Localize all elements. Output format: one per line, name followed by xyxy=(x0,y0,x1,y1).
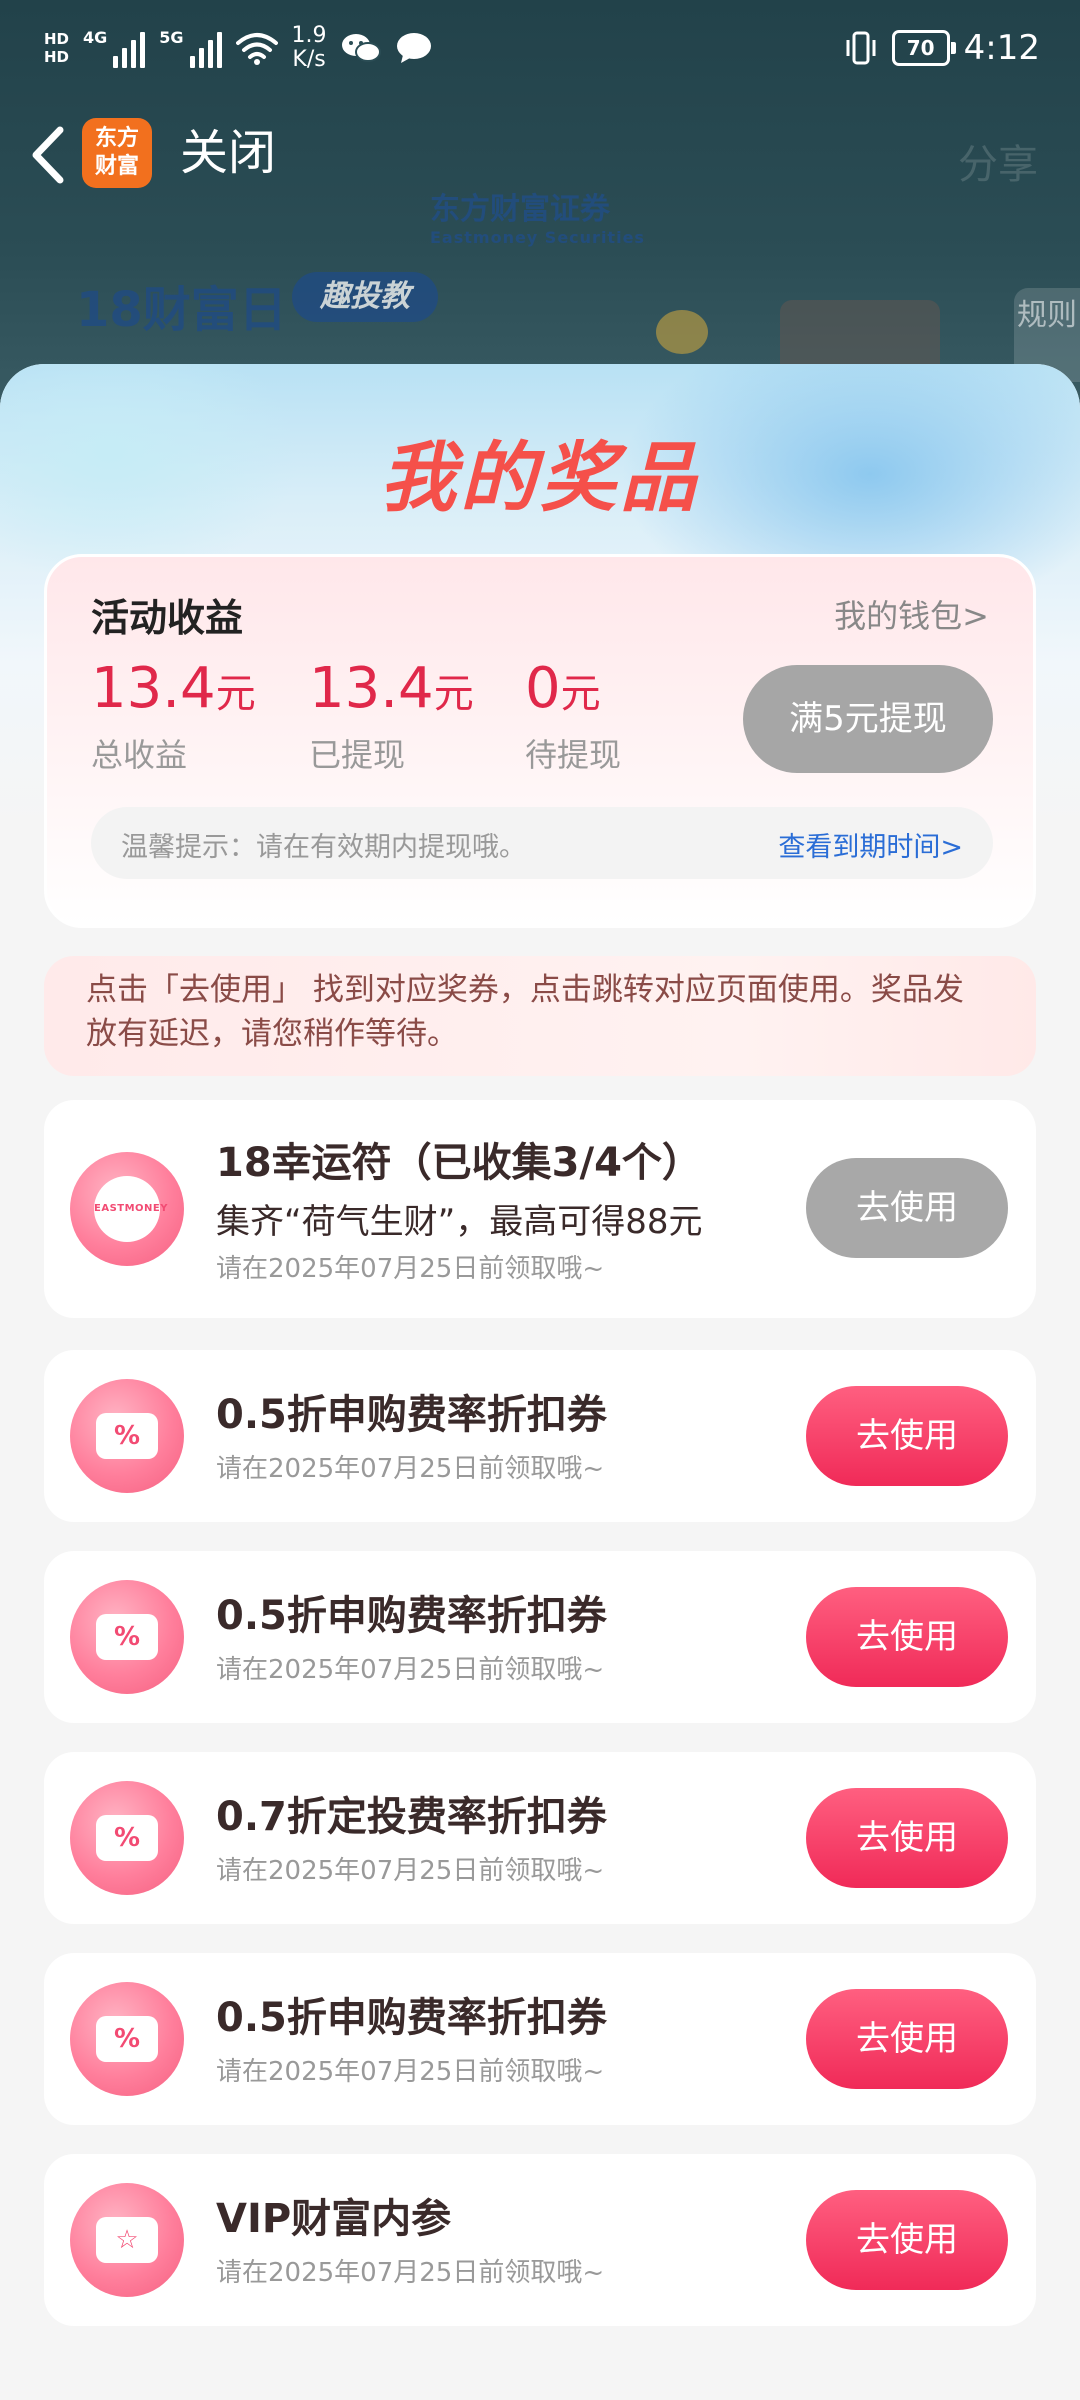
prize-name: 0.5折申购费率折扣券 xyxy=(216,1593,607,1639)
star-glyph: ☆ xyxy=(96,2217,158,2263)
stat-unit: 元 xyxy=(215,671,256,717)
vibrate-icon xyxy=(846,31,876,65)
status-left: HD HD 4G 5G 1.9 K/s xyxy=(44,24,433,72)
banner-brand-logo: 东方财富证券 Eastmoney Securities xyxy=(430,184,645,247)
stat-number: 13.4 xyxy=(91,656,216,721)
wifi-icon xyxy=(235,33,278,65)
stat-number: 13.4 xyxy=(309,656,434,721)
network-4g-label: 4G xyxy=(83,28,108,47)
prize-name: 0.5折申购费率折扣券 xyxy=(216,1392,607,1438)
speed-unit: K/s xyxy=(292,47,326,72)
prize-description: 集齐“荷气生财”，最高可得88元 xyxy=(216,1202,703,1242)
stat-value: 0元 xyxy=(525,657,621,726)
prize-card: ☆ VIP财富内参 请在2025年07月25日前领取哦~ 去使用 xyxy=(44,2154,1036,2326)
banner-tag: 趣投教 xyxy=(292,272,438,322)
sheet-title: 我的奖品 xyxy=(380,433,700,522)
brand-name-cn: 东方财富证券 xyxy=(430,192,610,227)
usage-notice: 点击「去使用」 找到对应奖券，点击跳转对应页面使用。奖品发放有延迟，请您稍作等待… xyxy=(44,956,1036,1076)
star-ticket-icon: ☆ xyxy=(70,2183,184,2297)
prize-card: % 0.5折申购费率折扣券 请在2025年07月25日前领取哦~ 去使用 xyxy=(44,1350,1036,1522)
stat-label: 总收益 xyxy=(91,736,188,774)
lucky-charm-badge-icon: EASTMONEY xyxy=(70,1152,184,1266)
prize-card: % 0.5折申购费率折扣券 请在2025年07月25日前领取哦~ 去使用 xyxy=(44,1953,1036,2125)
hd-label-2: HD xyxy=(44,48,70,66)
stat-value: 13.4元 xyxy=(91,657,256,726)
network-5g-label: 5G xyxy=(159,28,184,47)
tip-bar: 温馨提示：请在有效期内提现哦。 查看到期时间> xyxy=(91,807,993,879)
prize-expiry: 请在2025年07月25日前领取哦~ xyxy=(216,1655,605,1685)
stat-label: 待提现 xyxy=(525,736,622,774)
prize-expiry: 请在2025年07月25日前领取哦~ xyxy=(216,1856,605,1886)
close-button[interactable]: 关闭 xyxy=(180,124,276,182)
my-wallet-link[interactable]: 我的钱包> xyxy=(834,591,989,637)
signal-4g-icon: 4G xyxy=(83,28,146,68)
wechat-icon xyxy=(341,34,381,62)
stat-pending: 0元 待提现 xyxy=(525,657,621,776)
app-logo: 东方 财富 xyxy=(82,118,152,188)
earnings-card: 活动收益 我的钱包> 13.4元 总收益 13.4元 已提现 0元 待提现 满5… xyxy=(44,554,1036,928)
use-button[interactable]: 去使用 xyxy=(806,2190,1008,2290)
logo-text-1: 东方 xyxy=(94,126,139,151)
status-bar: HD HD 4G 5G 1.9 K/s 70 4:12 xyxy=(0,0,1080,100)
stat-withdrawn: 13.4元 已提现 xyxy=(309,657,474,776)
use-button[interactable]: 去使用 xyxy=(806,1386,1008,1486)
use-button[interactable]: 去使用 xyxy=(806,1158,1008,1258)
coin-icon xyxy=(656,310,708,354)
prize-name: 0.5折申购费率折扣券 xyxy=(216,1995,607,2041)
stat-unit: 元 xyxy=(560,671,601,717)
prize-card: % 0.5折申购费率折扣券 请在2025年07月25日前领取哦~ 去使用 xyxy=(44,1551,1036,1723)
hd-label-1: HD xyxy=(44,30,70,48)
brand-name-en: Eastmoney Securities xyxy=(430,228,645,247)
stat-label: 已提现 xyxy=(309,736,406,774)
clock: 4:12 xyxy=(963,28,1040,68)
badge-text: EASTMONEY xyxy=(94,1176,168,1242)
prize-expiry: 请在2025年07月25日前领取哦~ xyxy=(216,2258,605,2288)
banner-title: 18财富日 xyxy=(76,282,287,338)
prize-expiry: 请在2025年07月25日前领取哦~ xyxy=(216,2057,605,2087)
prize-expiry: 请在2025年07月25日前领取哦~ xyxy=(216,1254,605,1284)
use-button[interactable]: 去使用 xyxy=(806,1989,1008,2089)
prize-name: VIP财富内参 xyxy=(216,2196,452,2242)
percent-coupon-icon: % xyxy=(70,1379,184,1493)
percent-coupon-icon: % xyxy=(70,1982,184,2096)
use-button[interactable]: 去使用 xyxy=(806,1587,1008,1687)
tip-text: 温馨提示：请在有效期内提现哦。 xyxy=(121,832,526,863)
stat-total: 13.4元 总收益 xyxy=(91,657,256,776)
prize-card: EASTMONEY 18幸运符（已收集3/4个） 集齐“荷气生财”，最高可得88… xyxy=(44,1100,1036,1318)
speed-value: 1.9 xyxy=(291,23,327,48)
share-button[interactable]: 分享 xyxy=(958,132,1038,190)
network-speed: 1.9 K/s xyxy=(292,24,327,72)
hd-indicator: HD HD xyxy=(44,30,69,66)
withdraw-button[interactable]: 满5元提现 xyxy=(743,665,993,773)
stat-number: 0 xyxy=(525,656,561,721)
use-button[interactable]: 去使用 xyxy=(806,1788,1008,1888)
earnings-title: 活动收益 xyxy=(91,596,244,640)
logo-text-2: 财富 xyxy=(94,154,139,179)
stat-value: 13.4元 xyxy=(309,657,474,726)
back-arrow-icon[interactable] xyxy=(22,120,78,190)
signal-5g-icon: 5G xyxy=(159,28,222,68)
percent-coupon-icon: % xyxy=(70,1580,184,1694)
percent-coupon-icon: % xyxy=(70,1781,184,1895)
view-expiry-link[interactable]: 查看到期时间> xyxy=(778,825,963,864)
status-right: 70 4:12 xyxy=(844,28,1040,68)
prize-name: 18幸运符（已收集3/4个） xyxy=(216,1140,702,1186)
prize-expiry: 请在2025年07月25日前领取哦~ xyxy=(216,1454,605,1484)
stat-unit: 元 xyxy=(433,671,474,717)
prize-name: 0.7折定投费率折扣券 xyxy=(216,1794,607,1840)
prize-card: % 0.7折定投费率折扣券 请在2025年07月25日前领取哦~ 去使用 xyxy=(44,1752,1036,1924)
prizes-sheet: 我的奖品 活动收益 我的钱包> 13.4元 总收益 13.4元 已提现 0元 待… xyxy=(0,364,1080,2400)
battery-icon: 70 xyxy=(891,30,956,66)
message-icon xyxy=(396,33,431,63)
